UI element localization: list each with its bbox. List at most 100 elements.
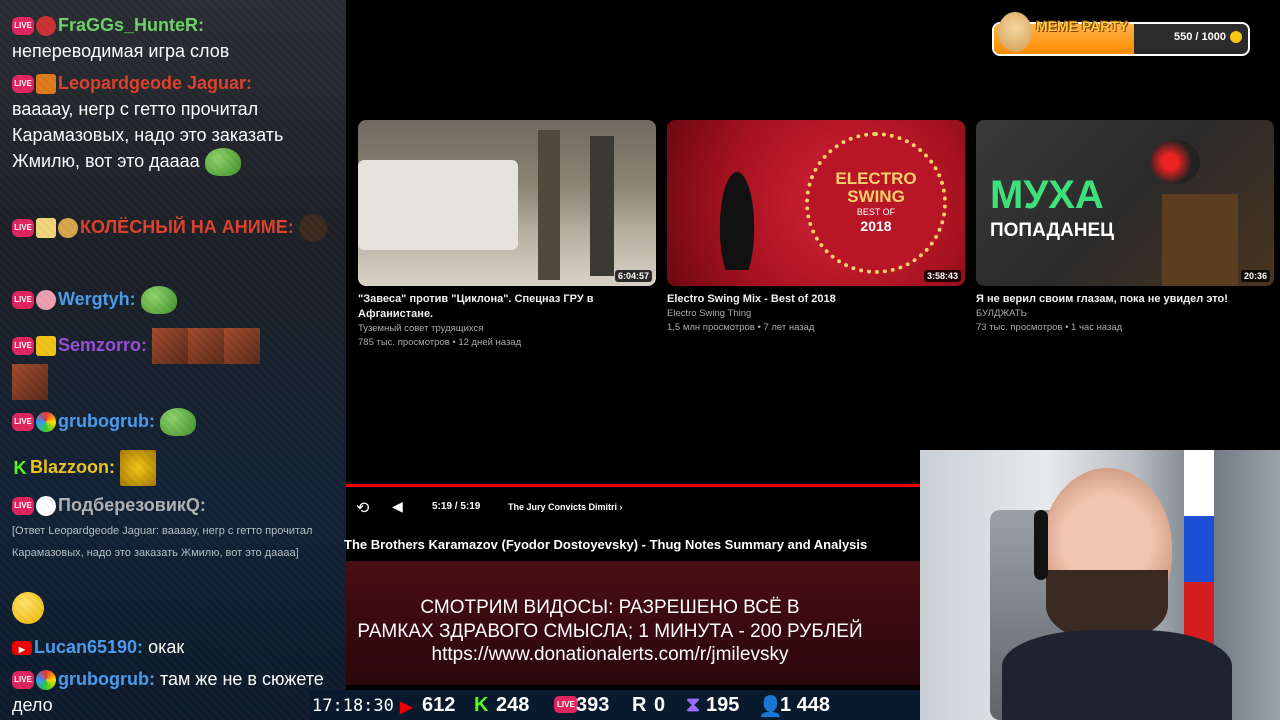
- video-meta: 785 тыс. просмотров • 12 дней назад: [358, 337, 522, 348]
- video-card[interactable]: МУХА ПОПАДАНЕЦ 20:36 Я не верил своим гл…: [976, 120, 1274, 335]
- twitch-viewers: 195: [706, 694, 740, 716]
- truck-shape: [358, 160, 518, 250]
- user-emote-icon: [36, 412, 56, 433]
- live-badge-icon: LIVE: [12, 671, 34, 690]
- youtube-icon: ▶: [400, 699, 413, 716]
- live-badge-icon: LIVE: [12, 219, 34, 238]
- chat-message: LIVE grubogrub: там же не в сюжете дело: [12, 666, 342, 718]
- face-emote-icon: [298, 214, 327, 243]
- chat-username: Leopardgeode Jaguar:: [58, 73, 253, 93]
- laughing-man-emote-icon: [224, 328, 261, 364]
- youtube-viewers: 612: [422, 694, 456, 716]
- chat-username: ПодберезовикQ:: [58, 495, 206, 515]
- chat-text: ваааау, негр с гетто прочитал Карамазовы…: [12, 99, 284, 171]
- chat-text: окак: [148, 637, 185, 657]
- chat-message: LIVE ПодберезовикQ:: [12, 492, 342, 518]
- video-duration: 20:36: [1240, 270, 1270, 282]
- user-emote-icon: [36, 336, 56, 356]
- chat-message: ▶ Lucan65190: окак: [12, 634, 342, 660]
- fly-shape: [1150, 140, 1200, 184]
- chat-username: grubogrub:: [58, 669, 155, 689]
- kick-icon: K: [474, 694, 489, 716]
- progress-bar[interactable]: [346, 484, 920, 487]
- meme-party-title: MEME PARTY: [1036, 18, 1129, 34]
- video-meta: 1,5 млн просмотров • 7 лет назад: [667, 322, 815, 333]
- doge-icon: [998, 12, 1032, 52]
- video-channel[interactable]: Туземный совет трудящихся: [358, 322, 656, 336]
- laughing-man-emote-icon: [152, 328, 189, 364]
- laughing-man-emote-icon: [12, 364, 48, 400]
- webcam-feed: [920, 450, 1280, 720]
- twitch-icon: ⧗: [686, 694, 701, 716]
- video-card[interactable]: ELECTRO SWING BEST OF 2018 3:58:43 Elect…: [667, 120, 965, 335]
- video-thumbnail[interactable]: 6:04:57: [358, 120, 656, 286]
- chat-message: LIVE grubogrub:: [12, 408, 342, 437]
- chat-reply: [Ответ Leopardgeode Jaguar: ваааау, негр…: [12, 525, 313, 559]
- person-shirt: [1002, 630, 1232, 720]
- vk-viewers: 393: [576, 694, 610, 716]
- thumb-title-text: МУХА: [990, 173, 1104, 217]
- video-title[interactable]: Electro Swing Mix - Best of 2018: [667, 292, 965, 307]
- user-emote-icon: [36, 670, 56, 691]
- stream-status-bar: 17:18:30 ▶ 612 K 248 LIVE 393 R 0 ⧗ 195 …: [310, 690, 920, 720]
- video-thumbnail[interactable]: МУХА ПОПАДАНЕЦ 20:36: [976, 120, 1274, 286]
- coin-icon: [1230, 31, 1242, 43]
- player-controls: ⟲ ◀ 5:19 / 5:19 The Jury Convicts Dimitr…: [346, 484, 920, 528]
- video-channel[interactable]: Electro Swing Thing: [667, 307, 965, 321]
- pepe-emote-icon: [204, 148, 241, 177]
- dancer-shape: [707, 130, 767, 270]
- logo-text: BEST OF: [856, 207, 896, 217]
- pepe-emote-icon: [160, 408, 196, 437]
- chat-username: FraGGs_HunteR:: [58, 15, 205, 35]
- user-emote-icon: [58, 218, 78, 239]
- electro-swing-logo: ELECTRO SWING BEST OF 2018: [805, 132, 947, 274]
- chat-message: LIVE Wergtyh:: [12, 286, 342, 315]
- chapter-button[interactable]: The Jury Convicts Dimitri ›: [508, 502, 623, 512]
- grin-emoji-icon: [12, 592, 44, 624]
- chat-message: K Blazzoon:: [12, 450, 342, 486]
- chat-username: КОЛЁСНЫЙ НА АНИМЕ:: [80, 217, 294, 237]
- vk-live-icon: LIVE: [554, 696, 578, 713]
- chat-message: LIVE FraGGs_HunteR: непереводимая игра сл…: [12, 12, 342, 64]
- flag-shape: [1184, 450, 1214, 650]
- user-emote-icon: [36, 16, 56, 37]
- banner-line: https://www.donationalerts.com/r/jmilevs…: [431, 644, 789, 665]
- banner-line: РАМКАХ ЗДРАВОГО СМЫСЛА; 1 МИНУТА - 200 Р…: [357, 621, 863, 642]
- live-badge-icon: LIVE: [12, 291, 34, 310]
- time-display: 5:19 / 5:19: [432, 501, 481, 512]
- logo-text: SWING: [847, 187, 905, 206]
- video-duration: 6:04:57: [614, 270, 652, 282]
- chat-message: LIVE КОЛЁСНЫЙ НА АНИМЕ:: [12, 214, 342, 243]
- chat-username: grubogrub:: [58, 411, 155, 431]
- video-title[interactable]: "Завеса" против "Циклона". Спецназ ГРУ в…: [358, 292, 656, 322]
- chat-message: LIVE Semzorro:: [12, 328, 342, 400]
- video-thumbnail[interactable]: ELECTRO SWING BEST OF 2018 3:58:43: [667, 120, 965, 286]
- meme-party-count: 550 / 1000: [1174, 31, 1226, 43]
- kick-icon: K: [13, 458, 27, 478]
- video-channel[interactable]: БУЛДЖАТЬ: [976, 307, 1274, 321]
- chat-username: Semzorro:: [58, 334, 148, 355]
- logo-text: ELECTRO: [835, 169, 917, 188]
- soldier-shape: [590, 136, 614, 276]
- chat-username: Blazzoon:: [30, 456, 115, 477]
- youtube-icon: ▶: [12, 641, 32, 656]
- chat-username: Lucan65190:: [34, 637, 144, 657]
- gold-emote-icon: [120, 450, 157, 486]
- video-meta: 73 тыс. просмотров • 1 час назад: [976, 322, 1123, 333]
- pig-emote-icon: [36, 290, 56, 311]
- chat-message-cut: [12, 0, 342, 2]
- volume-icon[interactable]: ◀: [392, 498, 403, 515]
- meme-party-bar: MEME PARTY 550 / 1000: [992, 12, 1250, 56]
- live-badge-icon: LIVE: [12, 413, 34, 432]
- video-card[interactable]: 6:04:57 "Завеса" против "Циклона". Спецн…: [358, 120, 656, 350]
- chat-message: LIVE Leopardgeode Jaguar: ваааау, негр с …: [12, 70, 342, 177]
- rutube-viewers: 0: [654, 694, 666, 716]
- video-title[interactable]: Я не верил своим глазам, пока не увидел …: [976, 292, 1274, 307]
- video-duration: 3:58:43: [923, 270, 961, 282]
- clock: 17:18:30: [312, 696, 394, 716]
- live-badge-icon: LIVE: [12, 337, 34, 355]
- rutube-icon: R: [632, 694, 647, 716]
- live-badge-icon: LIVE: [12, 17, 34, 36]
- banner-line: СМОТРИМ ВИДОСЫ: РАЗРЕШЕНО ВСЁ В: [420, 597, 800, 618]
- replay-icon[interactable]: ⟲: [356, 498, 369, 518]
